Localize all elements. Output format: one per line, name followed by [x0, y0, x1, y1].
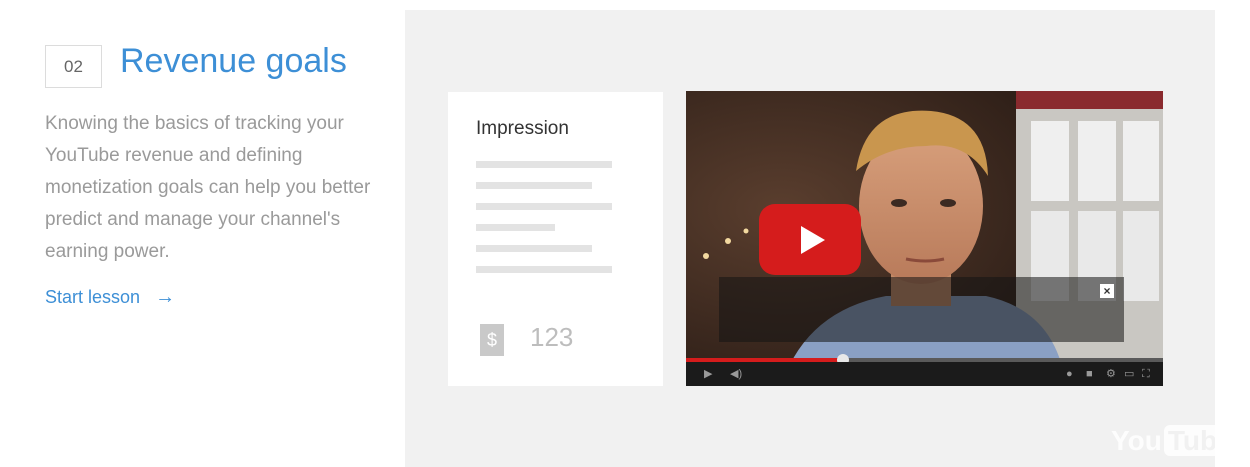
right-margin	[1215, 0, 1250, 467]
video-player[interactable]: × ▶ ◀) ● ■ ⚙ ▭ ⛶	[686, 91, 1163, 386]
lesson-number-badge: 02	[45, 45, 102, 88]
impression-card-title: Impression	[476, 118, 569, 139]
youtube-logo-you: You	[1111, 425, 1162, 456]
top-divider	[405, 0, 1215, 10]
volume-icon[interactable]: ◀)	[730, 367, 742, 381]
gear-icon[interactable]: ⚙	[1106, 367, 1116, 381]
placeholder-line	[476, 203, 612, 210]
play-control-icon[interactable]: ▶	[704, 367, 712, 381]
impression-card: Impression $ 123	[448, 92, 663, 386]
dollar-icon: $	[480, 324, 504, 356]
arrow-right-icon: →	[155, 286, 176, 308]
placeholder-line	[476, 182, 592, 189]
lesson-page: 02 Revenue goals Knowing the basics of t…	[0, 0, 1250, 467]
placeholder-line	[476, 161, 612, 168]
start-lesson-label: Start lesson	[45, 287, 141, 307]
video-controls-bar: ▶ ◀) ● ■ ⚙ ▭ ⛶	[686, 362, 1163, 386]
lesson-info-panel: 02 Revenue goals Knowing the basics of t…	[0, 0, 405, 467]
placeholder-line	[476, 224, 555, 231]
annotations-icon[interactable]: ●	[1066, 367, 1073, 381]
play-button[interactable]	[759, 204, 861, 275]
fullscreen-icon[interactable]: ⛶	[1142, 367, 1150, 381]
lesson-description: Knowing the basics of tracking your YouT…	[45, 113, 371, 262]
impression-amount: 123	[530, 322, 574, 352]
video-overlay-ad	[719, 277, 1124, 342]
placeholder-line	[476, 266, 612, 273]
lesson-title: Revenue goals	[120, 42, 347, 80]
placeholder-line	[476, 245, 592, 252]
play-icon	[800, 225, 825, 254]
start-lesson-link[interactable]: Start lesson →	[45, 286, 175, 309]
close-icon[interactable]: ×	[1100, 284, 1114, 298]
theater-mode-icon[interactable]: ▭	[1124, 367, 1134, 381]
captions-icon[interactable]: ■	[1086, 367, 1093, 381]
